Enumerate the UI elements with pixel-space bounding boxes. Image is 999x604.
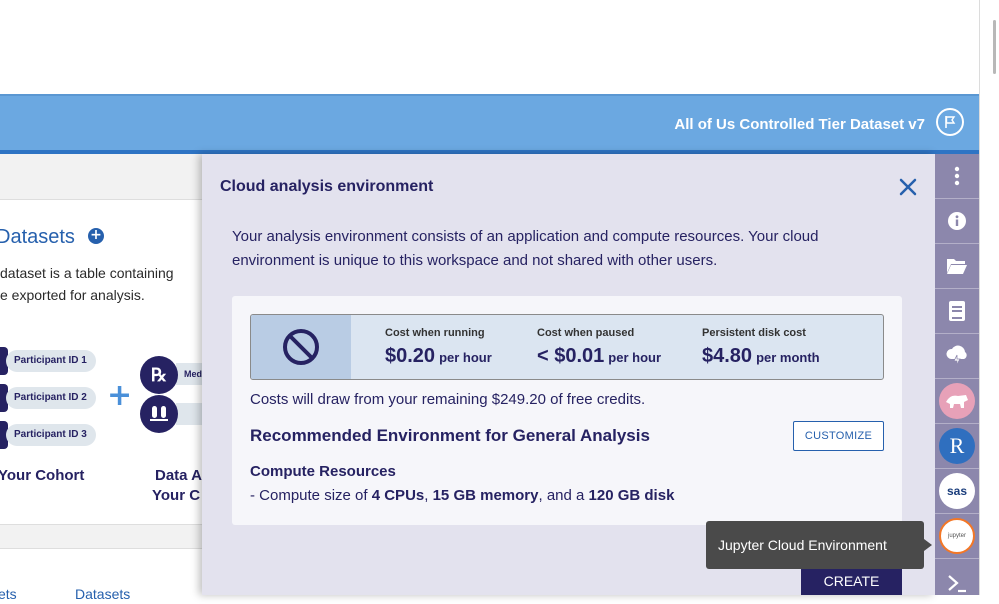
cost-summary: Cost when running $0.20 per hour Cost whe…	[250, 314, 884, 380]
compute-sep: ,	[424, 487, 433, 504]
page-top-area	[0, 0, 979, 94]
side-icon-bar: R sas jupyter	[935, 154, 979, 595]
cost-disk-unit: per month	[756, 350, 820, 365]
cromwell-badge	[939, 383, 975, 419]
flag-icon[interactable]	[936, 108, 964, 136]
cost-disk-amount: $4.80	[702, 345, 753, 367]
cohort-label: Your Cohort	[0, 467, 85, 484]
jupyter-badge: jupyter	[939, 518, 975, 554]
desc-line-1: dataset is a table containing	[0, 265, 174, 281]
scrollbar-thumb[interactable]	[993, 20, 996, 74]
more-icon[interactable]	[935, 154, 979, 199]
compute-memory: 15 GB memory	[432, 487, 539, 504]
test-tubes-icon	[140, 395, 178, 433]
participant-pill: Participant ID 2	[6, 387, 96, 409]
folder-icon[interactable]	[935, 244, 979, 289]
background-link-sets[interactable]: ets	[0, 586, 17, 602]
background-link-datasets[interactable]: Datasets	[75, 586, 130, 602]
cost-paused-amount: < $0.01	[537, 345, 605, 367]
cost-disk-label: Persistent disk cost	[702, 327, 806, 339]
browser-scrollbar[interactable]	[979, 0, 999, 595]
compute-sep: , and a	[538, 487, 589, 504]
dataset-title: All of Us Controlled Tier Dataset v7	[674, 116, 925, 133]
participant-pill: Participant ID 3	[6, 424, 96, 446]
sas-badge: sas	[939, 473, 975, 509]
cost-disk: Persistent disk cost $4.80 per month	[702, 327, 820, 368]
datasets-description: dataset is a table containing e exported…	[0, 262, 206, 306]
cost-running-label: Cost when running	[385, 327, 485, 339]
cromwell-icon[interactable]	[935, 379, 979, 424]
add-dataset-icon[interactable]: +	[88, 228, 104, 244]
r-badge: R	[939, 428, 975, 464]
datasets-heading: Datasets	[0, 226, 75, 248]
tooltip-arrow	[924, 539, 932, 551]
data-label-line-2: Your C	[152, 487, 201, 504]
compute-resources-desc: - Compute size of 4 CPUs, 15 GB memory, …	[250, 487, 674, 504]
cost-paused: Cost when paused < $0.01 per hour	[537, 327, 661, 368]
participant-pill: Participant ID 1	[6, 350, 96, 372]
credits-text: Costs will draw from your remaining $249…	[250, 391, 646, 408]
workspace-header: All of Us Controlled Tier Dataset v7	[0, 94, 979, 150]
recommended-title: Recommended Environment for General Anal…	[250, 426, 650, 445]
cost-paused-unit: per hour	[608, 350, 662, 365]
sas-icon[interactable]: sas	[935, 469, 979, 514]
r-icon[interactable]: R	[935, 424, 979, 469]
compute-resources-title: Compute Resources	[250, 463, 396, 480]
plus-icon: +	[107, 378, 133, 413]
compute-prefix: - Compute size of	[250, 487, 372, 504]
data-label-line-1: Data A	[155, 467, 202, 484]
customize-button[interactable]: CUSTOMIZE	[793, 421, 884, 451]
jupyter-icon[interactable]: jupyter	[935, 514, 979, 559]
environment-card: Cost when running $0.20 per hour Cost whe…	[232, 296, 902, 525]
jupyter-tooltip: Jupyter Cloud Environment	[706, 521, 924, 569]
no-environment-icon	[251, 315, 351, 379]
rx-icon: ℞	[140, 356, 178, 394]
close-icon[interactable]	[897, 176, 919, 198]
panel-title: Cloud analysis environment	[220, 178, 434, 195]
desc-line-2: e exported for analysis.	[0, 287, 145, 303]
compute-disk: 120 GB disk	[588, 487, 675, 504]
info-icon[interactable]	[935, 199, 979, 244]
cost-running: Cost when running $0.20 per hour	[385, 327, 492, 368]
compute-cpus: 4 CPUs	[371, 487, 425, 504]
cost-paused-label: Cost when paused	[537, 327, 635, 339]
cost-running-amount: $0.20	[385, 345, 436, 367]
terminal-icon[interactable]	[935, 559, 979, 604]
cost-running-unit: per hour	[439, 350, 492, 365]
cloud-icon[interactable]	[935, 334, 979, 379]
panel-intro-text: Your analysis environment consists of an…	[232, 228, 819, 269]
notebook-icon[interactable]	[935, 289, 979, 334]
